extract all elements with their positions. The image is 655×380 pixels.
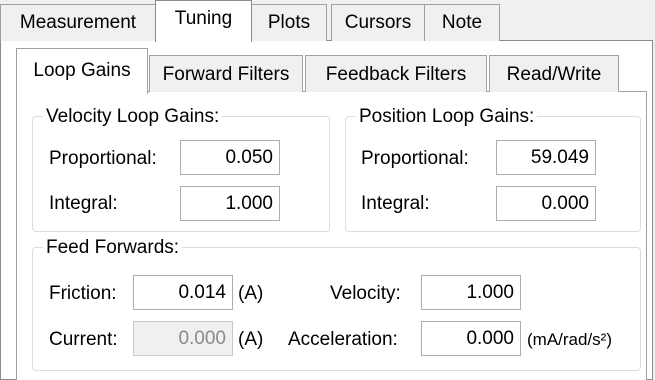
- tab-tuning[interactable]: Tuning: [155, 0, 252, 42]
- tab-loop-gains[interactable]: Loop Gains: [16, 48, 148, 94]
- ff-acceleration-unit: (mA/rad/s²): [527, 330, 612, 349]
- tab-cursors[interactable]: Cursors: [331, 4, 425, 41]
- velocity-proportional-label: Proportional:: [49, 148, 157, 169]
- current-label: Current:: [49, 329, 118, 350]
- ff-acceleration-field[interactable]: 0.000: [421, 321, 521, 356]
- ff-acceleration-label: Acceleration:: [288, 329, 398, 350]
- ff-velocity-label: Velocity:: [330, 283, 401, 304]
- position-loop-gains-legend: Position Loop Gains:: [359, 106, 535, 127]
- position-integral-label: Integral:: [361, 193, 430, 214]
- velocity-proportional-field[interactable]: 0.050: [180, 140, 280, 175]
- velocity-integral-field[interactable]: 1.000: [180, 186, 280, 221]
- velocity-integral-label: Integral:: [49, 193, 118, 214]
- position-proportional-field[interactable]: 59.049: [496, 140, 596, 175]
- current-field: 0.000: [133, 321, 233, 356]
- position-proportional-label: Proportional:: [361, 148, 469, 169]
- feed-forwards-legend: Feed Forwards:: [46, 237, 180, 258]
- current-unit: (A): [238, 329, 264, 350]
- tab-feedback-filters[interactable]: Feedback Filters: [305, 55, 487, 92]
- ff-velocity-field[interactable]: 1.000: [421, 275, 521, 310]
- position-integral-field[interactable]: 0.000: [496, 186, 596, 221]
- tab-measurement[interactable]: Measurement: [0, 4, 156, 41]
- friction-unit: (A): [238, 283, 264, 304]
- tab-forward-filters[interactable]: Forward Filters: [149, 55, 303, 92]
- velocity-loop-gains-legend: Velocity Loop Gains:: [46, 106, 220, 127]
- tab-read-write[interactable]: Read/Write: [489, 55, 619, 92]
- tab-note[interactable]: Note: [424, 4, 500, 41]
- friction-field[interactable]: 0.014: [133, 275, 233, 310]
- friction-label: Friction:: [49, 283, 117, 304]
- tab-plots[interactable]: Plots: [251, 4, 327, 41]
